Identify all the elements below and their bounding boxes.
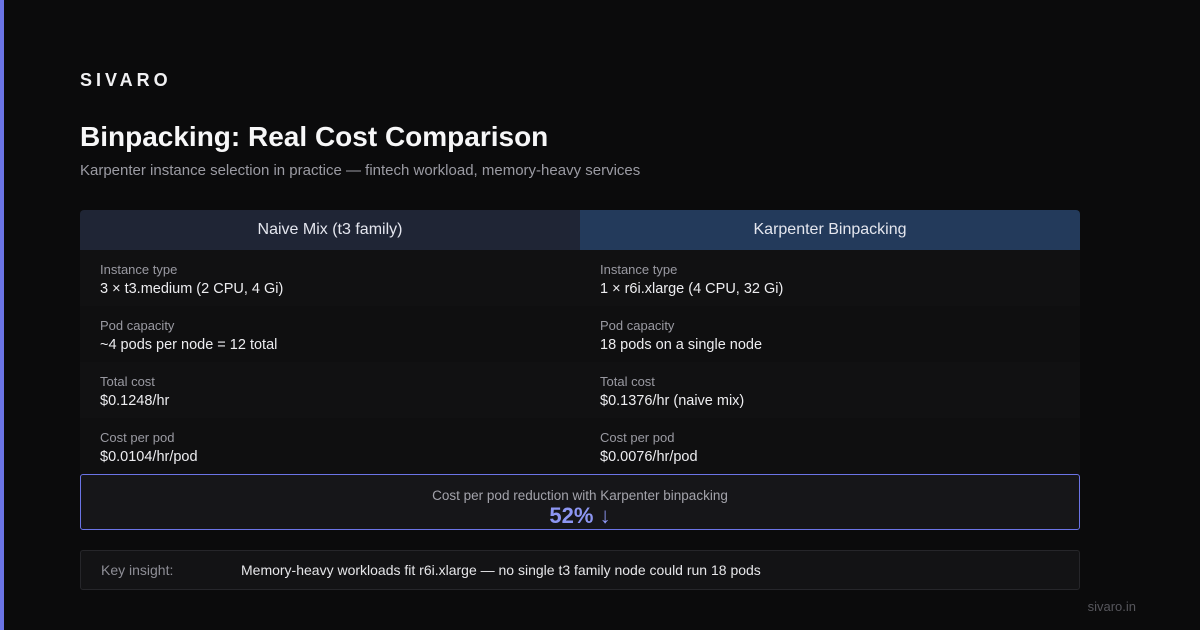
page-title: Binpacking: Real Cost Comparison: [80, 121, 549, 152]
row-label: Instance type: [600, 262, 678, 277]
page-subtitle: Karpenter instance selection in practice…: [80, 162, 641, 179]
row-label: Total cost: [100, 374, 155, 389]
brand-logo: SIVARO: [80, 70, 172, 90]
cost-per-pod-row: Cost per pod $0.0076/hr/pod: [580, 418, 1080, 474]
reduction-label: Cost per pod reduction with Karpenter bi…: [432, 488, 728, 503]
naive-mix-header: Naive Mix (t3 family): [80, 210, 580, 250]
footer-url: sivaro.in: [1087, 599, 1136, 614]
pod-capacity-row: Pod capacity 18 pods on a single node: [580, 306, 1080, 362]
pod-capacity-row: Pod capacity ~4 pods per node = 12 total: [80, 306, 580, 362]
karpenter-column: Karpenter Binpacking Instance type 1 × r…: [580, 210, 1080, 474]
instance-type-row: Instance type 1 × r6i.xlarge (4 CPU, 32 …: [580, 250, 1080, 306]
row-value: 1 × r6i.xlarge (4 CPU, 32 Gi): [600, 281, 784, 297]
row-label: Cost per pod: [600, 430, 675, 445]
row-value: ~4 pods per node = 12 total: [100, 337, 278, 353]
karpenter-header: Karpenter Binpacking: [580, 210, 1080, 250]
row-label: Total cost: [600, 374, 655, 389]
key-insight-box: Key insight: Memory-heavy workloads fit …: [80, 550, 1080, 590]
row-value: $0.0104/hr/pod: [100, 449, 198, 465]
insight-text: Memory-heavy workloads fit r6i.xlarge — …: [241, 562, 761, 578]
cost-per-pod-row: Cost per pod $0.0104/hr/pod: [80, 418, 580, 474]
insight-label: Key insight:: [101, 562, 174, 578]
instance-type-row: Instance type 3 × t3.medium (2 CPU, 4 Gi…: [80, 250, 580, 306]
row-value: $0.1248/hr: [100, 393, 170, 409]
row-label: Cost per pod: [100, 430, 175, 445]
row-label: Pod capacity: [600, 318, 675, 333]
row-value: $0.0076/hr/pod: [600, 449, 698, 465]
row-label: Instance type: [100, 262, 178, 277]
reduction-highlight-box: Cost per pod reduction with Karpenter bi…: [80, 474, 1080, 530]
naive-mix-column: Naive Mix (t3 family) Instance type 3 × …: [80, 210, 580, 474]
row-label: Pod capacity: [100, 318, 175, 333]
total-cost-row: Total cost $0.1248/hr: [80, 362, 580, 418]
row-value: 3 × t3.medium (2 CPU, 4 Gi): [100, 281, 284, 297]
row-value: 18 pods on a single node: [600, 337, 763, 353]
total-cost-row: Total cost $0.1376/hr (naive mix): [580, 362, 1080, 418]
accent-bar: [0, 0, 4, 630]
row-value: $0.1376/hr (naive mix): [600, 393, 745, 409]
reduction-value: 52% ↓: [549, 503, 611, 528]
